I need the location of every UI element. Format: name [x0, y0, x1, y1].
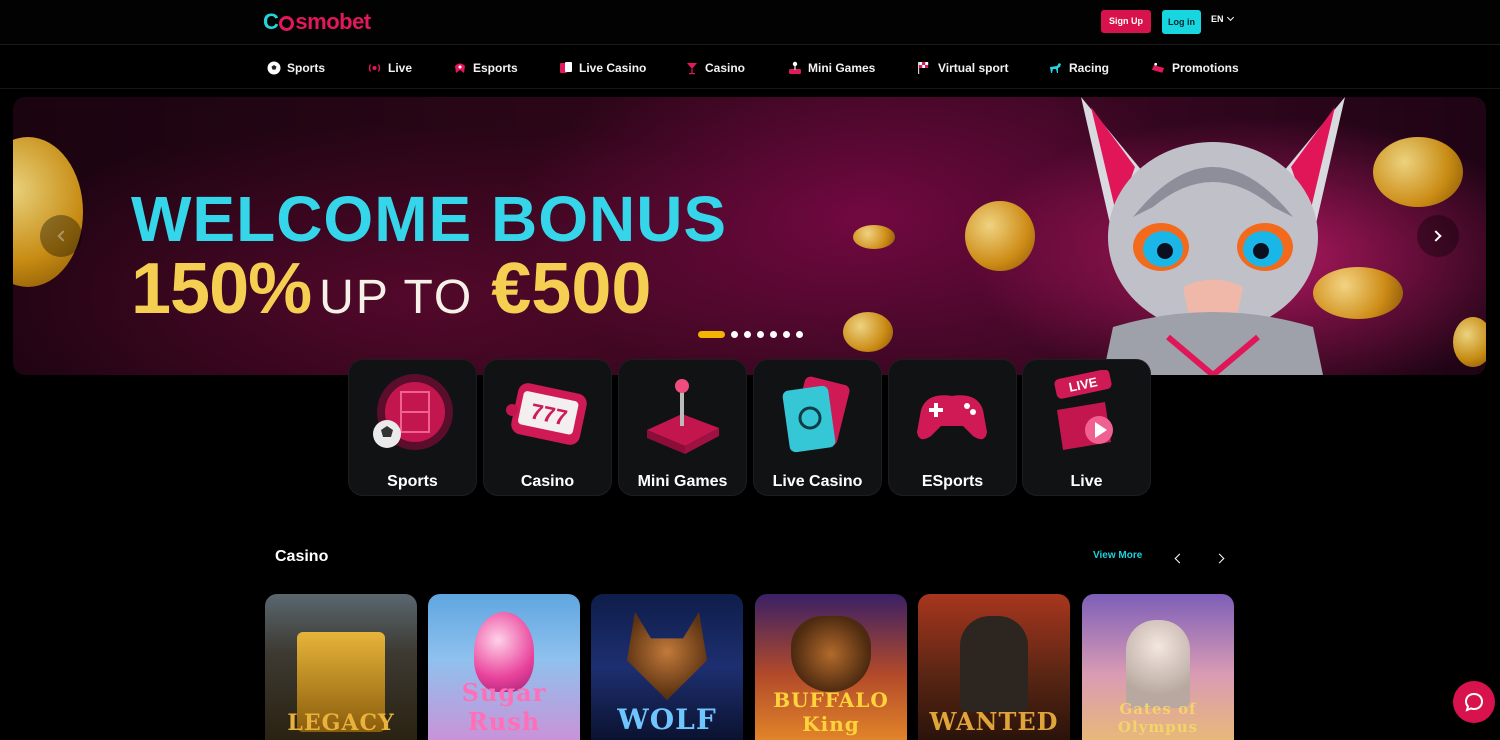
bonus-percent: 150%	[131, 249, 312, 329]
robot-cat-mascot	[1081, 97, 1345, 375]
category-mini-games[interactable]: Mini Games	[619, 360, 746, 495]
carousel-dot[interactable]	[731, 331, 738, 338]
nav-item-racing[interactable]: Racing	[1048, 60, 1109, 75]
coin-decoration	[843, 312, 893, 352]
category-esports[interactable]: ESports	[889, 360, 1016, 495]
main-nav: Sports Live Esports Live Casino Casino M…	[0, 46, 1500, 89]
game-card[interactable]: Gates of Olympus	[1082, 594, 1234, 740]
coin-decoration	[965, 201, 1035, 271]
banner-prev-button[interactable]	[40, 215, 82, 257]
nav-item-mini-games[interactable]: Mini Games	[787, 60, 875, 75]
chevron-right-icon	[1214, 553, 1224, 563]
game-card[interactable]: Sugar Rush	[428, 594, 580, 740]
carousel-dot[interactable]	[796, 331, 803, 338]
category-live[interactable]: LIVE Live	[1023, 360, 1150, 495]
top-bar: Csmobet Sign Up Log in EN	[0, 0, 1500, 45]
banner-headline: WELCOME BONUS	[131, 183, 728, 255]
chevron-down-icon	[1226, 13, 1234, 22]
soccer-ball-icon	[266, 60, 281, 75]
cocktail-icon	[684, 60, 699, 75]
carousel-dot[interactable]	[698, 331, 725, 338]
esports-icon	[452, 60, 467, 75]
coin-decoration	[13, 137, 83, 287]
category-casino[interactable]: 777 Casino	[484, 360, 611, 495]
slot-machine-icon: 777	[506, 383, 587, 445]
nav-item-casino[interactable]: Casino	[684, 60, 745, 75]
coin-decoration	[1373, 137, 1463, 207]
banner-next-button[interactable]	[1417, 215, 1459, 257]
chevron-left-icon	[57, 230, 69, 242]
logo[interactable]: Csmobet	[263, 9, 371, 35]
game-card[interactable]: BUFFALO King	[755, 594, 907, 740]
nav-item-live-casino[interactable]: Live Casino	[558, 60, 646, 75]
signup-button[interactable]: Sign Up	[1101, 10, 1151, 33]
game-card[interactable]: LEGACY	[265, 594, 417, 740]
chevron-left-icon	[1174, 553, 1184, 563]
login-button[interactable]: Log in	[1162, 10, 1201, 34]
gamepad-icon	[917, 395, 987, 440]
category-sports[interactable]: Sports	[349, 360, 476, 495]
game-card[interactable]: WANTED	[918, 594, 1070, 740]
section-next-button[interactable]	[1212, 551, 1226, 565]
nav-item-sports[interactable]: Sports	[266, 60, 325, 75]
carousel-dot[interactable]	[770, 331, 777, 338]
nav-item-virtual-sport[interactable]: Virtual sport	[917, 60, 1008, 75]
cards-icon	[558, 60, 573, 75]
arcade-joystick-icon	[647, 379, 719, 454]
live-cards-icon	[782, 376, 850, 453]
carousel-dot[interactable]	[783, 331, 790, 338]
nav-item-esports[interactable]: Esports	[452, 60, 518, 75]
chat-bubble-icon	[1464, 692, 1484, 712]
checkered-flag-icon	[917, 60, 932, 75]
live-badge-icon: LIVE	[1054, 370, 1113, 450]
category-live-casino[interactable]: Live Casino	[754, 360, 881, 495]
carousel-dot[interactable]	[757, 331, 764, 338]
nav-item-live[interactable]: Live	[367, 60, 412, 75]
live-chat-button[interactable]	[1453, 681, 1495, 723]
language-selector[interactable]: EN	[1211, 13, 1234, 24]
hero-banner[interactable]: WELCOME BONUS 150% UP TO €500	[13, 97, 1486, 375]
bonus-amount: €500	[491, 249, 652, 329]
coin-decoration	[1453, 317, 1486, 367]
bonus-up-to: UP TO	[319, 271, 474, 324]
carousel-dot[interactable]	[744, 331, 751, 338]
sports-stadium-icon	[373, 374, 453, 450]
section-prev-button[interactable]	[1172, 551, 1186, 565]
banner-offer: 150% UP TO €500	[131, 253, 651, 325]
joystick-icon	[787, 60, 802, 75]
view-more-link[interactable]: View More	[1093, 550, 1142, 561]
chevron-right-icon	[1430, 230, 1442, 242]
gift-icon	[1151, 60, 1166, 75]
game-card[interactable]: WOLF	[591, 594, 743, 740]
carousel-dots	[698, 331, 803, 338]
nav-item-promotions[interactable]: Promotions	[1151, 60, 1239, 75]
broadcast-icon	[367, 60, 382, 75]
logo-planet-icon	[279, 16, 295, 31]
horse-icon	[1048, 60, 1063, 75]
coin-decoration	[853, 225, 895, 249]
section-title: Casino	[275, 548, 329, 565]
